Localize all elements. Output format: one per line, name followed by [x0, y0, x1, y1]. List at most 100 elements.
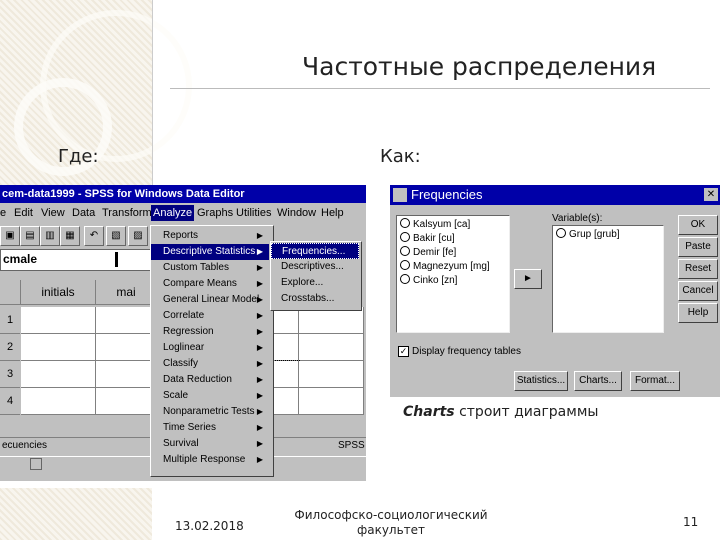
list-item[interactable]: Grup [grub] [556, 228, 620, 242]
data-cell[interactable] [299, 361, 364, 388]
menu-file[interactable]: e [0, 205, 6, 221]
submenu-arrow-icon: ▶ [256, 247, 263, 256]
data-cell[interactable] [21, 388, 96, 415]
variables-label: Variable(s): [552, 213, 603, 224]
list-item[interactable]: Demir [fe] [400, 246, 456, 260]
row-header[interactable]: 4 [0, 388, 20, 415]
menu-item-compare-means[interactable]: Compare Means ▶ [151, 276, 269, 292]
menu-item-time-series[interactable]: Time Series ▶ [151, 420, 269, 436]
save-icon[interactable]: ▤ [20, 226, 40, 246]
row-header[interactable]: 3 [0, 361, 20, 388]
menu-item-crosstabs[interactable]: Crosstabs... [271, 291, 359, 307]
list-item[interactable]: Magnezyum [mg] [400, 260, 490, 274]
checkbox-label: Display frequency tables [412, 346, 521, 357]
help-button[interactable]: Help [678, 303, 718, 323]
menu-view[interactable]: View [41, 205, 65, 221]
menu-window[interactable]: Window [277, 205, 316, 221]
data-cell[interactable] [299, 388, 364, 415]
footer-date: 13.02.2018 [175, 519, 244, 533]
data-cell[interactable] [96, 388, 157, 415]
data-cell[interactable] [271, 360, 300, 389]
decor-ring [40, 10, 192, 162]
tab-label[interactable]: ecuencies [0, 440, 47, 451]
row-header[interactable]: 2 [0, 334, 20, 361]
page-number: 11 [683, 515, 699, 529]
slide-title: Частотные распределения [302, 52, 657, 81]
menu-item-frequencies[interactable]: Frequencies... [271, 243, 359, 259]
print-icon[interactable]: ▥ [40, 226, 60, 246]
menu-edit[interactable]: Edit [14, 205, 33, 221]
data-cell[interactable] [272, 307, 299, 334]
dialog-recall-icon[interactable]: ▦ [60, 226, 80, 246]
submenu-arrow-icon: ▶ [256, 231, 263, 240]
menu-data[interactable]: Data [72, 205, 95, 221]
menu-item-explore[interactable]: Explore... [271, 275, 359, 291]
submenu-arrow-icon: ▶ [256, 391, 263, 400]
menu-item-descriptive-statistics[interactable]: Descriptive Statistics ▶ [151, 244, 269, 260]
frequencies-dialog: Frequencies ✕ Kalsyum [ca] Bakir [cu] De… [390, 185, 720, 397]
menu-item-scale[interactable]: Scale ▶ [151, 388, 269, 404]
menu-item-regression[interactable]: Regression ▶ [151, 324, 269, 340]
menu-graphs[interactable]: Graphs [197, 205, 233, 221]
display-frequency-tables-checkbox[interactable]: ✓ [398, 346, 409, 357]
status-label: SPSS [338, 440, 365, 451]
decor-strip [0, 488, 152, 540]
list-item[interactable]: Cinko [zn] [400, 274, 457, 288]
cancel-button[interactable]: Cancel [678, 281, 718, 301]
list-item[interactable]: Bakir [cu] [400, 232, 455, 246]
data-cell[interactable] [272, 334, 299, 361]
data-cell[interactable] [272, 388, 299, 415]
menu-item-survival[interactable]: Survival ▶ [151, 436, 269, 452]
row-header[interactable]: 1 [0, 307, 20, 334]
menu-analyze[interactable]: Analyze [151, 205, 195, 221]
submenu-arrow-icon: ▶ [256, 263, 263, 272]
scroll-thumb[interactable] [30, 458, 42, 470]
statistics-button[interactable]: Statistics... [514, 371, 568, 391]
ok-button[interactable]: OK [678, 215, 718, 235]
menu-item-descriptives[interactable]: Descriptives... [271, 259, 359, 275]
menu-item-correlate[interactable]: Correlate ▶ [151, 308, 269, 324]
source-variable-list[interactable]: Kalsyum [ca] Bakir [cu] Demir [fe] Magne… [396, 215, 510, 333]
submenu-arrow-icon: ▶ [256, 311, 263, 320]
undo-icon[interactable]: ↶ [84, 226, 104, 246]
reset-button[interactable]: Reset [678, 259, 718, 279]
close-icon[interactable]: ✕ [704, 188, 718, 201]
variable-icon [400, 246, 410, 256]
menu-item-reports[interactable]: Reports ▶ [151, 228, 269, 244]
data-cell[interactable] [299, 334, 364, 361]
menu-item-general-linear-model[interactable]: General Linear Model ▶ [151, 292, 269, 308]
menu-item-nonparametric-tests[interactable]: Nonparametric Tests ▶ [151, 404, 269, 420]
menu-item-custom-tables[interactable]: Custom Tables ▶ [151, 260, 269, 276]
selected-variable-list[interactable]: Grup [grub] [552, 225, 664, 333]
column-header[interactable]: initials [21, 280, 96, 305]
menu-transform[interactable]: Transform [102, 205, 152, 221]
dialog-title: Frequencies [411, 187, 483, 202]
variable-icon [400, 260, 410, 270]
data-cell[interactable] [299, 307, 364, 334]
move-variable-button[interactable]: ► [514, 269, 542, 289]
data-cell[interactable] [96, 307, 157, 334]
list-item[interactable]: Kalsyum [ca] [400, 218, 470, 232]
menu-item-multiple-response[interactable]: Multiple Response ▶ [151, 452, 269, 468]
menu-item-classify[interactable]: Classify ▶ [151, 356, 269, 372]
data-cell[interactable] [96, 334, 157, 361]
menu-help[interactable]: Help [321, 205, 344, 221]
menu-utilities[interactable]: Utilities [236, 205, 271, 221]
menu-item-data-reduction[interactable]: Data Reduction ▶ [151, 372, 269, 388]
open-icon[interactable]: ▣ [0, 226, 20, 246]
goto-chart-icon[interactable]: ▧ [106, 226, 126, 246]
submenu-arrow-icon: ▶ [256, 375, 263, 384]
spss-title-bar: cem-data1999 - SPSS for Windows Data Edi… [0, 185, 366, 203]
format-button[interactable]: Format... [630, 371, 680, 391]
spss-menubar: e Edit View Data Transform Analyze Graph… [0, 205, 366, 221]
data-cell[interactable] [21, 334, 96, 361]
column-header[interactable]: mai [96, 280, 157, 305]
data-cell[interactable] [21, 361, 96, 388]
charts-caption: Charts строит диаграммы [403, 404, 598, 420]
charts-button[interactable]: Charts... [574, 371, 622, 391]
data-cell[interactable] [96, 361, 157, 388]
data-cell[interactable] [21, 307, 96, 334]
goto-case-icon[interactable]: ▨ [128, 226, 148, 246]
paste-button[interactable]: Paste [678, 237, 718, 257]
menu-item-loglinear[interactable]: Loglinear ▶ [151, 340, 269, 356]
